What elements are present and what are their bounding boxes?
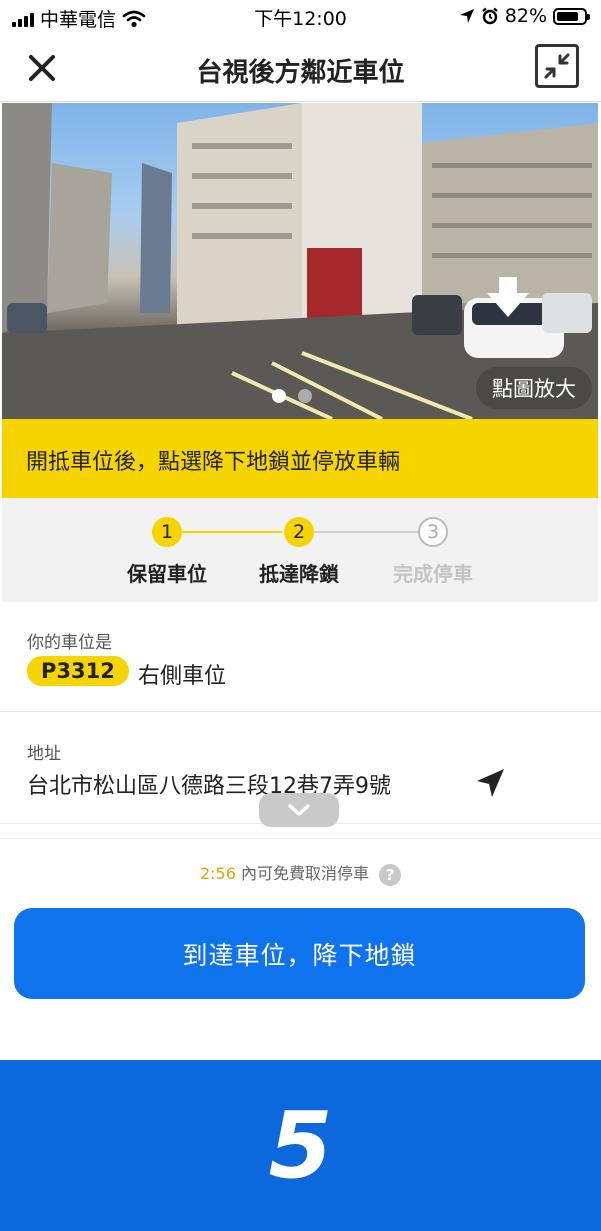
cancel-countdown: 2:56 (199, 864, 236, 883)
step-2-number: 2 (284, 517, 314, 547)
free-cancel-hint: 2:56 內可免費取消停車? (0, 860, 601, 886)
step-3-number: 3 (418, 517, 448, 547)
top-nav: 台視後方鄰近車位 (0, 34, 601, 102)
divider (0, 711, 601, 712)
address-text: 台北市松山區八德路三段12巷7弄9號 (27, 774, 391, 799)
parking-spot-photo[interactable]: 點圖放大 (2, 103, 598, 419)
step-connector-2 (314, 531, 418, 533)
spot-label: 你的車位是 (27, 633, 112, 653)
step-1-number: 1 (152, 517, 182, 547)
alarm-icon (482, 7, 498, 25)
help-icon[interactable]: ? (379, 863, 402, 886)
progress-steps: 1 2 3 保留車位 抵達降鎖 完成停車 (2, 498, 598, 602)
pager-dot-1[interactable] (272, 389, 286, 403)
minimize-button[interactable] (535, 44, 579, 88)
cancel-hint-text: 內可免費取消停車 (235, 864, 370, 883)
divider (0, 838, 601, 839)
instruction-text: 開抵車位後，點選降下地鎖並停放車輛 (26, 450, 401, 475)
arrive-lower-lock-button[interactable]: 到達車位，降下地鎖 (14, 908, 585, 999)
battery-icon (553, 7, 590, 25)
status-right: 82% (459, 5, 590, 27)
bottom-number-overlay: 5 (0, 1060, 601, 1231)
step-3-label: 完成停車 (393, 562, 473, 586)
chevron-down-icon (288, 804, 310, 816)
overlay-number: 5 (268, 1092, 333, 1199)
step-2-label: 抵達降鎖 (259, 562, 339, 586)
page-title: 台視後方鄰近車位 (196, 58, 405, 88)
pager-dot-2[interactable] (298, 389, 312, 403)
navigation-arrow-icon[interactable] (473, 766, 507, 800)
spot-side-text: 右側車位 (138, 664, 227, 689)
status-bar: 中華電信 下午12:00 82% (0, 0, 601, 34)
location-arrow-icon (459, 9, 474, 23)
step-connector-1 (182, 531, 282, 533)
battery-percent: 82% (504, 5, 547, 27)
instruction-banner: 開抵車位後，點選降下地鎖並停放車輛 (2, 419, 598, 512)
minimize-icon (544, 53, 570, 79)
battery-level-fill (557, 11, 579, 21)
photo-pager[interactable] (272, 389, 312, 403)
step-1-label: 保留車位 (127, 562, 207, 586)
expand-details-button[interactable] (259, 793, 339, 827)
tap-to-zoom-hint[interactable]: 點圖放大 (476, 367, 592, 409)
address-label: 地址 (27, 744, 61, 764)
spot-code-badge: P3312 (27, 656, 129, 686)
